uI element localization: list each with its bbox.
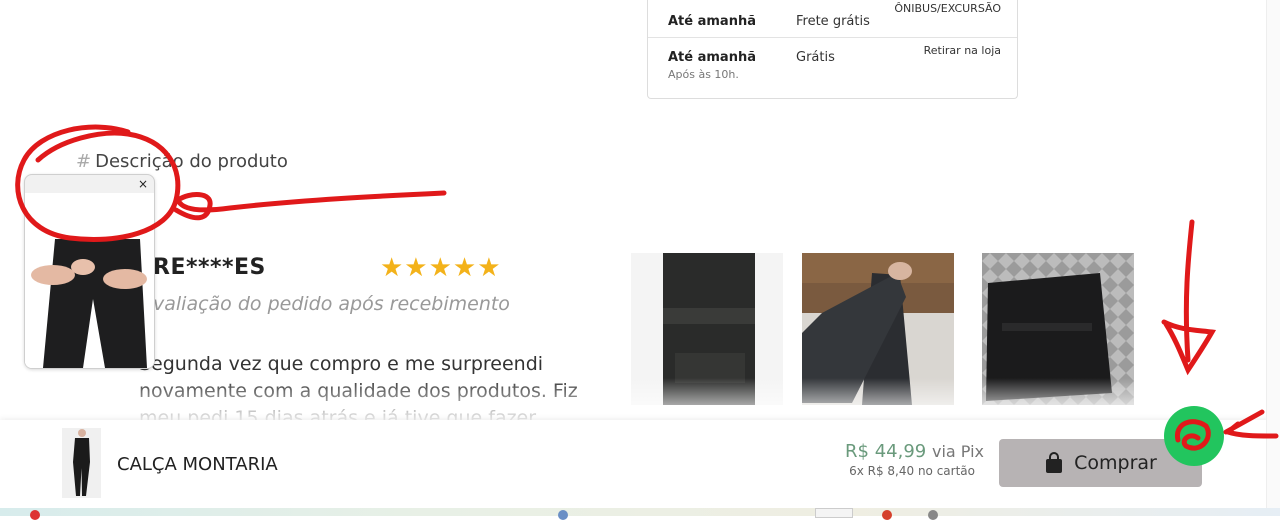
annotation-arrow-down bbox=[1161, 219, 1217, 376]
annotation-arrow-left bbox=[173, 190, 447, 221]
content-fade bbox=[0, 378, 1270, 424]
shipping-type: Retirar na loja bbox=[923, 44, 1001, 57]
shipping-options-table: Até amanhã Frete grátis ÔNIBUS/EXCURSÃO … bbox=[647, 0, 1018, 99]
taskbar-app-icon[interactable] bbox=[30, 510, 40, 520]
hash-icon: # bbox=[76, 151, 92, 172]
buy-button[interactable]: Comprar bbox=[999, 439, 1202, 487]
shipping-row: Até amanhã Frete grátis ÔNIBUS/EXCURSÃO bbox=[648, 0, 1017, 38]
product-thumbnail[interactable] bbox=[62, 428, 101, 498]
pix-price-value: R$ 44,99 bbox=[845, 441, 927, 462]
sticky-buy-bar: CALÇA MONTARIA R$ 44,99 via Pix 6x R$ 8,… bbox=[0, 420, 1270, 508]
taskbar-strip bbox=[0, 508, 1280, 520]
page-scrollbar[interactable] bbox=[1266, 0, 1280, 508]
shipping-type: ÔNIBUS/EXCURSÃO bbox=[894, 2, 1001, 15]
pix-label: via Pix bbox=[931, 442, 984, 461]
shopping-bag-icon bbox=[1046, 452, 1063, 473]
shipping-price: Frete grátis bbox=[796, 14, 870, 29]
description-heading: # Descrição do produto bbox=[76, 151, 288, 172]
reviewer-name: RE****ES bbox=[153, 255, 266, 280]
description-title: Descrição do produto bbox=[95, 151, 288, 172]
installment-price: 6x R$ 8,40 no cartão bbox=[849, 464, 975, 478]
product-name: CALÇA MONTARIA bbox=[117, 454, 278, 475]
buy-button-label: Comprar bbox=[1074, 452, 1157, 474]
taskbar-window-preview[interactable] bbox=[815, 508, 853, 518]
popup-blank-area bbox=[25, 193, 154, 239]
rating-stars: ★★★★★ bbox=[380, 253, 502, 283]
shipping-when: Até amanhã bbox=[668, 50, 756, 65]
review-subtitle: valiação do pedido após recebimento bbox=[153, 293, 510, 315]
popup-image-graphic bbox=[25, 239, 154, 368]
product-thumbnail-image bbox=[62, 428, 101, 498]
popup-image[interactable] bbox=[25, 239, 154, 368]
shipping-price: Grátis bbox=[796, 50, 835, 65]
shipping-row: Até amanhã Após às 10h. Grátis Retirar n… bbox=[648, 38, 1017, 98]
taskbar-app-icon[interactable] bbox=[558, 510, 568, 520]
taskbar-app-icon[interactable] bbox=[928, 510, 938, 520]
shipping-when: Até amanhã bbox=[668, 14, 756, 29]
pix-price: R$ 44,99 via Pix bbox=[845, 441, 984, 462]
close-icon[interactable]: × bbox=[138, 177, 148, 191]
shipping-subtext: Após às 10h. bbox=[668, 68, 739, 81]
taskbar-app-icon[interactable] bbox=[882, 510, 892, 520]
image-popup: × bbox=[24, 174, 155, 369]
